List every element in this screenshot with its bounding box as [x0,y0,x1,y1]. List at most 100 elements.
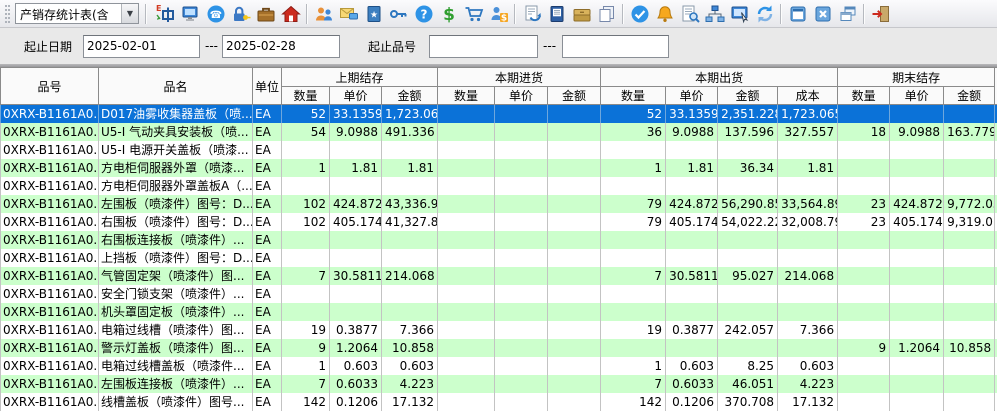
user-dollar-icon[interactable]: $ [486,1,511,26]
column-subheader[interactable]: 金额 [382,87,438,105]
column-group-header[interactable]: 期末结存 [838,68,995,87]
check-icon[interactable] [627,1,652,26]
bell-icon[interactable] [652,1,677,26]
column-subheader[interactable]: 单价 [495,87,548,105]
table-row[interactable]: 0XRX-B1161A0...上挡板（喷漆件）图号：D...EA [1,249,997,267]
column-subheader[interactable]: 金额 [548,87,601,105]
dollar-icon[interactable]: $ [436,1,461,26]
end-amount-cell [944,357,995,375]
chevron-down-icon[interactable]: ▼ [121,4,138,23]
table-row[interactable]: 0XRX-B1161A0...机头罩固定板（喷漆件）...EA [1,303,997,321]
column-group-header[interactable]: 上期结存 [282,68,438,87]
column-group-header[interactable]: 本期进货 [438,68,601,87]
table-row[interactable]: 0XRX-B1161A0...气管固定架（喷漆件）图...EA730.58112… [1,267,997,285]
toolbar-grip[interactable] [5,5,10,23]
table-row[interactable]: 0XRX-B1161A0...左围板连接板（喷漆件）...EA70.60334.… [1,375,997,393]
table-row[interactable]: 0XRX-B1161A0...警示灯盖板（喷漆件）图...EA91.206410… [1,339,997,357]
column-header[interactable]: 品名 [99,68,253,105]
table-row[interactable]: 0XRX-B1161A0...U5-I 气动夹具安装板（喷...EA549.09… [1,123,997,141]
column-subheader[interactable]: 金额 [944,87,995,105]
column-subheader[interactable]: 数量 [438,87,495,105]
unit-cell: EA [253,159,282,177]
home-icon[interactable] [278,1,303,26]
ship-amount-cell [718,339,778,357]
column-subheader[interactable]: 数量 [282,87,330,105]
column-subheader[interactable]: 数量 [838,87,890,105]
copy-icon[interactable] [594,1,619,26]
help-icon[interactable]: ? [411,1,436,26]
item-name-cell: 线槽盖板（喷漆件）图号... [99,393,253,411]
key-icon[interactable] [386,1,411,26]
prev-amount-cell: 214.068 [382,267,438,285]
exit-icon[interactable] [868,1,893,26]
ship-amount-cell: 370.708 [718,393,778,411]
column-header[interactable]: 单位 [253,68,282,105]
table-row[interactable]: 0XRX-B1161A0...右围板连接板（喷漆件）...EA [1,231,997,249]
ship-price-cell [666,339,718,357]
date-to-input[interactable] [222,35,340,58]
computer-icon[interactable] [178,1,203,26]
users-icon[interactable] [311,1,336,26]
column-subheader[interactable]: 单价 [890,87,944,105]
table-row[interactable]: 0XRX-B1161A0...线槽盖板（喷漆件）图号...EA1420.1206… [1,393,997,411]
column-header[interactable]: 品号 [1,68,99,105]
input-method-icon[interactable]: E [153,1,178,26]
prev-qty-cell: 19 [282,321,330,339]
doc-search-icon[interactable] [677,1,702,26]
end-qty-cell [838,321,890,339]
briefcase-icon[interactable] [253,1,278,26]
monitor-pointer-icon[interactable] [727,1,752,26]
ship-amount-cell: 54,022.228 [718,213,778,231]
table-row[interactable]: 0XRX-B1161A0...电箱过线槽（喷漆件）图...EA190.38777… [1,321,997,339]
item-no-cell: 0XRX-B1161A0... [1,213,99,231]
window-icon[interactable] [785,1,810,26]
report-icon[interactable] [544,1,569,26]
cascade-icon[interactable] [835,1,860,26]
toolbar-separator [514,4,516,24]
table-row[interactable]: 0XRX-B1161A0...电箱过线槽盖板（喷漆件...EA10.6030.6… [1,357,997,375]
mail-icon[interactable] [336,1,361,26]
close-icon[interactable] [810,1,835,26]
org-chart-icon[interactable] [702,1,727,26]
end-price-cell [890,375,944,393]
doc-refresh-icon[interactable] [519,1,544,26]
card-star-icon[interactable]: ★ [361,1,386,26]
ship-qty-cell [601,231,666,249]
end-amount-cell [944,141,995,159]
table-row[interactable]: 0XRX-B1161A0...方电柜伺服器外罩盖板A（...EA [1,177,997,195]
date-from-input[interactable] [83,35,200,58]
item-name-cell: 左围板（喷漆件）图号：D... [99,195,253,213]
item-from-input[interactable] [429,35,538,58]
table-row[interactable]: 0XRX-B1161A0...U5-I 电源开关盖板（喷漆...EA [1,141,997,159]
prev-price-cell: 0.3877 [330,321,382,339]
column-group-header[interactable]: 本期出货 [601,68,838,87]
purchase-price-cell [495,321,548,339]
column-subheader[interactable]: 成本 [778,87,838,105]
column-subheader[interactable]: 金额 [718,87,778,105]
purchase-price-cell [495,123,548,141]
cart-icon[interactable] [461,1,486,26]
purchase-amount-cell [548,321,601,339]
prev-amount-cell [382,303,438,321]
column-subheader[interactable]: 数量 [601,87,666,105]
item-to-input[interactable] [562,35,669,58]
ship-amount-cell [718,285,778,303]
column-subheader[interactable]: 单价 [666,87,718,105]
lock-key-icon[interactable] [228,1,253,26]
table-row[interactable]: 0XRX-B1161A0...安全门锁支架（喷漆件）...EA [1,285,997,303]
purchase-qty-cell [438,231,495,249]
table-row[interactable]: 0XRX-B1161A0...左围板（喷漆件）图号：D...EA102424.8… [1,195,997,213]
drawer-icon[interactable] [569,1,594,26]
report-type-select[interactable]: 产销存统计表(含 ▼ [15,3,139,24]
end-price-cell [890,249,944,267]
table-row[interactable]: 0XRX-B1161A0...D017油雾收集器盖板（喷...EA5233.13… [1,105,997,124]
table-row[interactable]: 0XRX-B1161A0...右围板（喷漆件）图号：D...EA102405.1… [1,213,997,231]
prev-amount-cell: 1.81 [382,159,438,177]
phone-icon[interactable]: ☎ [203,1,228,26]
date-range-label: 起止日期 [24,38,72,55]
column-subheader[interactable]: 单价 [330,87,382,105]
unit-cell: EA [253,213,282,231]
refresh-icon[interactable] [752,1,777,26]
table-row[interactable]: 0XRX-B1161A0...方电柜伺服器外罩（喷漆...EA11.811.81… [1,159,997,177]
prev-qty-cell [282,285,330,303]
